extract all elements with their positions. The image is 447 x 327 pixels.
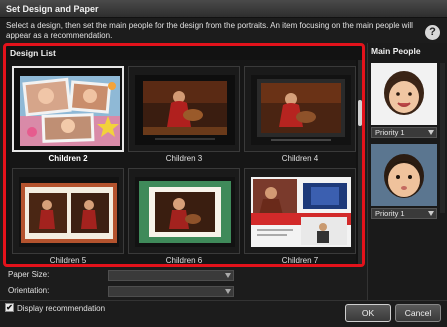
display-recommendation-label[interactable]: Display recommendation bbox=[17, 304, 105, 313]
main-people-scrollbar[interactable] bbox=[440, 63, 445, 213]
design-tile-label: Children 4 bbox=[281, 154, 319, 163]
design-thumbnail-image bbox=[135, 75, 235, 145]
paper-size-select[interactable] bbox=[108, 270, 234, 281]
design-tile-label: Children 5 bbox=[49, 256, 87, 265]
orientation-select[interactable] bbox=[108, 286, 234, 297]
design-list-title: Design List bbox=[10, 48, 56, 58]
design-thumbnail-image bbox=[251, 75, 351, 145]
display-recommendation-checkbox[interactable]: ✔ bbox=[5, 303, 14, 312]
priority-value: Priority 1 bbox=[375, 209, 405, 218]
priority-select-person-2[interactable]: Priority 1 bbox=[371, 208, 437, 219]
orientation-label: Orientation: bbox=[8, 286, 50, 295]
portrait-person-1[interactable] bbox=[371, 63, 437, 125]
design-grid: Children 2 Children 3 Children 4 Childre… bbox=[10, 60, 356, 265]
paper-size-label: Paper Size: bbox=[8, 270, 50, 279]
design-thumbnail-frame bbox=[244, 66, 356, 152]
design-tile-label: Children 3 bbox=[165, 154, 203, 163]
design-list-scrollbar[interactable] bbox=[358, 60, 362, 264]
design-thumbnail-frame bbox=[12, 168, 124, 254]
instructions-text: Select a design, then set the main peopl… bbox=[6, 21, 413, 40]
design-tile-children-4[interactable]: Children 4 bbox=[244, 66, 356, 170]
design-thumbnail-image bbox=[251, 177, 351, 247]
scrollbar-thumb[interactable] bbox=[358, 100, 362, 126]
design-thumbnail-frame bbox=[128, 168, 240, 254]
cancel-button[interactable]: Cancel bbox=[395, 304, 441, 322]
main-people-panel: Main People Priority 1 Priority 1 bbox=[367, 43, 447, 300]
design-thumbnail-image bbox=[135, 177, 235, 247]
priority-value: Priority 1 bbox=[375, 128, 405, 137]
help-icon[interactable]: ? bbox=[425, 25, 440, 40]
design-thumbnail-frame bbox=[128, 66, 240, 152]
design-thumbnail-frame bbox=[12, 66, 124, 152]
chevron-down-icon bbox=[428, 211, 434, 216]
design-thumbnail-image bbox=[19, 177, 119, 247]
design-thumbnail-frame bbox=[244, 168, 356, 254]
priority-select-person-1[interactable]: Priority 1 bbox=[371, 127, 437, 138]
ok-button[interactable]: OK bbox=[345, 304, 391, 322]
chevron-down-icon bbox=[225, 289, 231, 294]
design-tile-children-5[interactable]: Children 5 bbox=[12, 168, 124, 272]
window-title: Set Design and Paper bbox=[0, 0, 447, 18]
design-tile-children-7[interactable]: Children 7 bbox=[244, 168, 356, 272]
chevron-down-icon bbox=[428, 130, 434, 135]
design-tile-label: Children 6 bbox=[165, 256, 203, 265]
portrait-person-2[interactable] bbox=[371, 144, 437, 206]
design-tile-children-2[interactable]: Children 2 bbox=[12, 66, 124, 170]
design-tile-label: Children 7 bbox=[281, 256, 319, 265]
main-people-title: Main People bbox=[371, 46, 421, 56]
design-tile-children-3[interactable]: Children 3 bbox=[128, 66, 240, 170]
design-thumbnail-image bbox=[20, 76, 120, 146]
design-tile-label: Children 2 bbox=[48, 154, 88, 163]
chevron-down-icon bbox=[225, 273, 231, 278]
design-list-panel: Design List Children 2 Children 3 Childr… bbox=[3, 43, 365, 267]
design-tile-children-6[interactable]: Children 6 bbox=[128, 168, 240, 272]
